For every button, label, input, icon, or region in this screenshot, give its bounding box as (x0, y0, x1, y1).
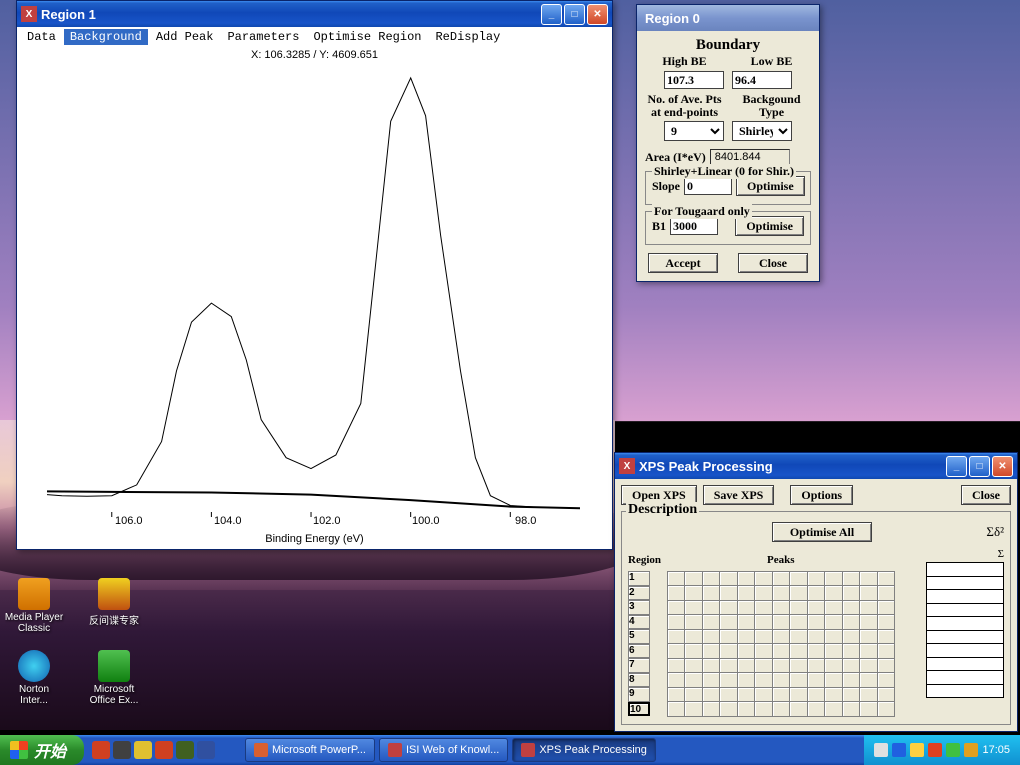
region-row-button[interactable]: 8 (628, 673, 650, 688)
app-icon: X (21, 6, 37, 22)
tray-icon[interactable] (928, 743, 942, 757)
region-row-button[interactable]: 7 (628, 658, 650, 673)
window-title: Region 1 (41, 7, 541, 22)
tougaard-fieldset: For Tougaard only B1 Optimise (645, 211, 811, 245)
desktop-icon[interactable]: Norton Inter... (4, 650, 64, 706)
region-row-button[interactable]: 9 (628, 687, 650, 702)
desktop-icon[interactable]: Media Player Classic (4, 578, 64, 634)
region-row-button[interactable]: 1 (628, 571, 650, 586)
taskbar: 开始 Microsoft PowerP... ISI Web of Knowl.… (0, 735, 1020, 765)
save-xps-button[interactable]: Save XPS (703, 485, 775, 505)
menu-parameters[interactable]: Parameters (221, 29, 305, 45)
bgtype-select[interactable]: Shirley (732, 121, 792, 141)
clock: 17:05 (982, 744, 1010, 756)
slope-input[interactable] (684, 177, 732, 195)
ql-icon[interactable] (197, 741, 215, 759)
ql-icon[interactable] (113, 741, 131, 759)
tray-icon[interactable] (946, 743, 960, 757)
optimise-all-button[interactable]: Optimise All (772, 522, 872, 542)
minimize-button[interactable]: _ (541, 4, 562, 25)
app-icon: X (619, 458, 635, 474)
optimise-slope-button[interactable]: Optimise (736, 176, 805, 196)
menu-background[interactable]: Background (64, 29, 148, 45)
xps-window: X XPS Peak Processing _ □ ✕ Open XPS Sav… (614, 452, 1018, 732)
tray-icon[interactable] (892, 743, 906, 757)
desktop-icon[interactable]: 反间谍专家 (84, 578, 144, 627)
tray-icon[interactable] (964, 743, 978, 757)
low-be-input[interactable] (732, 71, 792, 89)
task-button[interactable]: XPS Peak Processing (512, 738, 656, 762)
region-row-button[interactable]: 2 (628, 586, 650, 601)
region-row-button[interactable]: 6 (628, 644, 650, 659)
accept-button[interactable]: Accept (648, 253, 718, 273)
peak-grid[interactable] (667, 571, 895, 716)
region0-window: Region 0 Boundary High BE Low BE No. of … (636, 4, 820, 282)
ql-icon[interactable] (176, 741, 194, 759)
tray-icon[interactable] (910, 743, 924, 757)
close-xps-button[interactable]: Close (961, 485, 1011, 505)
system-tray[interactable]: 17:05 (864, 735, 1020, 765)
close-button[interactable]: ✕ (992, 456, 1013, 477)
menubar: Data Background Add Peak Parameters Opti… (17, 27, 612, 47)
region-row-button[interactable]: 3 (628, 600, 650, 615)
close-button[interactable]: Close (738, 253, 808, 273)
optimise-b1-button[interactable]: Optimise (735, 216, 804, 236)
xps-icon (521, 743, 535, 757)
tray-icon[interactable] (874, 743, 888, 757)
ql-icon[interactable] (155, 741, 173, 759)
close-button[interactable]: ✕ (587, 4, 608, 25)
titlebar[interactable]: X Region 1 _ □ ✕ (17, 1, 612, 27)
quick-launch[interactable] (84, 741, 223, 759)
titlebar[interactable]: X XPS Peak Processing _ □ ✕ (615, 453, 1017, 479)
region1-window: X Region 1 _ □ ✕ Data Background Add Pea… (16, 0, 613, 550)
menu-optimise-region[interactable]: Optimise Region (307, 29, 427, 45)
titlebar[interactable]: Region 0 (637, 5, 819, 31)
maximize-button[interactable]: □ (969, 456, 990, 477)
b1-input[interactable] (670, 217, 718, 235)
high-be-input[interactable] (664, 71, 724, 89)
powerpoint-icon (254, 743, 268, 757)
region-row-button[interactable]: 5 (628, 629, 650, 644)
maximize-button[interactable]: □ (564, 4, 585, 25)
minimize-button[interactable]: _ (946, 456, 967, 477)
desktop-icon[interactable]: Microsoft Office Ex... (84, 650, 144, 706)
nave-select[interactable]: 9 (664, 121, 724, 141)
start-button[interactable]: 开始 (0, 735, 84, 765)
menu-data[interactable]: Data (21, 29, 62, 45)
menu-add-peak[interactable]: Add Peak (150, 29, 220, 45)
menu-redisplay[interactable]: ReDisplay (429, 29, 506, 45)
window-title: XPS Peak Processing (639, 459, 946, 474)
ql-icon[interactable] (92, 741, 110, 759)
ql-icon[interactable] (134, 741, 152, 759)
boundary-heading: Boundary (645, 37, 811, 54)
options-button[interactable]: Options (790, 485, 853, 505)
area-readout: 8401.844 (710, 149, 790, 165)
region-row-button[interactable]: 4 (628, 615, 650, 630)
window-title: Region 0 (641, 11, 815, 26)
region-row-button[interactable]: 10 (628, 702, 650, 717)
isi-icon (388, 743, 402, 757)
shirley-fieldset: Shirley+Linear (0 for Shir.) Slope Optim… (645, 171, 811, 205)
task-button[interactable]: Microsoft PowerP... (245, 738, 375, 762)
x-axis-label: Binding Energy (eV) (265, 533, 363, 545)
plot-area[interactable]: X: 106.3285 / Y: 4609.651 106.0 104.0 10… (17, 47, 612, 549)
task-button[interactable]: ISI Web of Knowl... (379, 738, 508, 762)
